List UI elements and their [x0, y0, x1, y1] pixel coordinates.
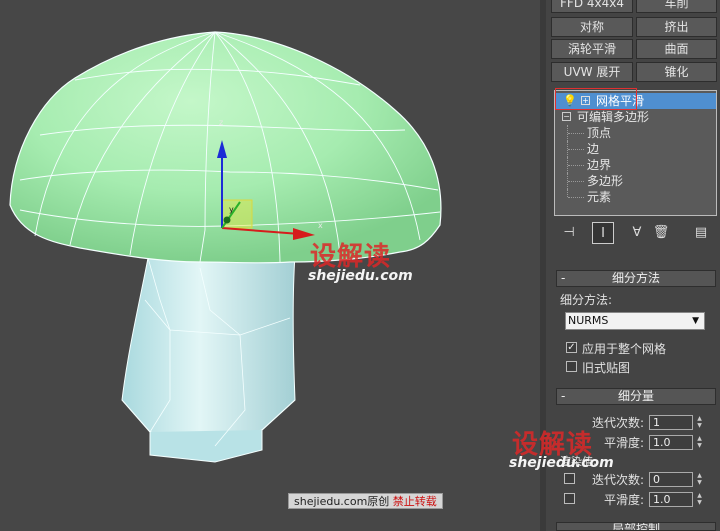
- tree-line: [568, 149, 584, 150]
- tree-line: [568, 165, 584, 166]
- stack-toolbar: ⊣ Ι ∀ 🗑 ▤: [554, 222, 717, 244]
- spinner-arrows-icon[interactable]: ▲ ▼: [695, 492, 704, 507]
- rollout-title: 局部控制: [611, 522, 660, 531]
- stack-sub-polygon[interactable]: 多边形: [555, 173, 716, 189]
- modifier-surface-button[interactable]: 曲面: [636, 39, 717, 59]
- rollout-subdivision-method[interactable]: - 细分方法: [556, 270, 716, 287]
- annotation-highlight-box: [555, 88, 637, 110]
- tree-line: [568, 197, 584, 198]
- mushroom-stem: [121, 254, 296, 463]
- stack-sub-vertex[interactable]: 顶点: [555, 125, 716, 141]
- stack-sub-label: 边界: [587, 158, 612, 172]
- chevron-down-icon: ▼: [692, 316, 699, 326]
- rollout-title: 细分量: [617, 389, 654, 403]
- stack-sub-edge[interactable]: 边: [555, 141, 716, 157]
- modifier-extrude-button[interactable]: 挤出: [636, 17, 717, 37]
- stack-sub-label: 多边形: [587, 174, 624, 188]
- modifier-turbosmooth-button[interactable]: 涡轮平滑: [551, 39, 633, 59]
- render-iterations-spinner[interactable]: 0: [649, 472, 693, 487]
- tree-line: [568, 181, 584, 182]
- axis-z-label: z: [219, 118, 223, 127]
- axis-y-label: y: [229, 205, 234, 214]
- smoothness-spinner[interactable]: 1.0: [649, 435, 693, 450]
- make-unique-icon[interactable]: ∀: [626, 222, 648, 244]
- stack-item-editable-poly[interactable]: − 可编辑多边形: [555, 109, 716, 125]
- tree-line: [567, 189, 568, 197]
- rollout-title: 细分方法: [611, 271, 660, 285]
- render-smoothness-spinner[interactable]: 1.0: [649, 492, 693, 507]
- smoothness-label: 平滑度:: [604, 436, 645, 450]
- mushroom-model[interactable]: z x y: [0, 0, 540, 531]
- stack-sub-element[interactable]: 元素: [555, 189, 716, 205]
- stack-sub-label: 边: [587, 142, 600, 156]
- method-dropdown[interactable]: NURMS ▼: [565, 312, 705, 330]
- rollout-subdivision-amount[interactable]: - 细分量: [556, 388, 716, 405]
- credit-banner: shejiedu.com原创 禁止转载: [288, 493, 443, 509]
- render-iterations-label: 迭代次数:: [592, 473, 645, 487]
- modifier-taper-button[interactable]: 锥化: [636, 62, 717, 82]
- modifier-symmetry-button[interactable]: 对称: [551, 17, 633, 37]
- watermark-url: shejiedu.com: [308, 268, 413, 284]
- apply-whole-mesh-label: 应用于整个网格: [582, 342, 667, 356]
- credit-prefix: shejiedu.com原创: [294, 495, 390, 508]
- rollout-local-control[interactable]: 局部控制: [556, 522, 716, 531]
- credit-warning: 禁止转载: [392, 495, 437, 508]
- stack-item-label: 可编辑多边形: [577, 110, 650, 124]
- iterations-label: 迭代次数:: [592, 416, 645, 430]
- legacy-mapping-checkbox[interactable]: [566, 361, 577, 372]
- apply-whole-mesh-checkbox[interactable]: ✓: [566, 342, 577, 353]
- remove-modifier-icon[interactable]: 🗑: [650, 222, 672, 244]
- render-smoothness-label: 平滑度:: [604, 493, 645, 507]
- render-iterations-checkbox[interactable]: [564, 473, 575, 484]
- watermark-url: shejiedu.com: [509, 455, 614, 471]
- perspective-viewport[interactable]: z x y 设解读 shejiedu.com: [0, 0, 540, 531]
- collapse-minus-icon[interactable]: −: [562, 112, 571, 121]
- pin-stack-icon[interactable]: ⊣: [558, 222, 580, 244]
- modifier-lathe-button[interactable]: 车削: [636, 0, 717, 13]
- tree-line: [568, 133, 584, 134]
- method-label: 细分方法:: [560, 293, 613, 307]
- stack-sub-label: 顶点: [587, 126, 612, 140]
- spinner-arrows-icon[interactable]: ▲ ▼: [695, 435, 704, 450]
- stack-sub-border[interactable]: 边界: [555, 157, 716, 173]
- show-end-result-icon[interactable]: Ι: [592, 222, 614, 244]
- axis-x-label: x: [318, 221, 323, 230]
- method-value: NURMS: [568, 314, 609, 327]
- spinner-arrows-icon[interactable]: ▲ ▼: [695, 472, 704, 487]
- configure-sets-icon[interactable]: ▤: [690, 222, 712, 244]
- stack-sub-label: 元素: [587, 190, 612, 204]
- spinner-arrows-icon[interactable]: ▲ ▼: [695, 415, 704, 430]
- render-smoothness-checkbox[interactable]: [564, 493, 575, 504]
- modifier-ffd-button[interactable]: FFD 4x4x4: [551, 0, 633, 13]
- modifier-uvw-unwrap-button[interactable]: UVW 展开: [551, 62, 633, 82]
- iterations-spinner[interactable]: 1: [649, 415, 693, 430]
- legacy-mapping-label: 旧式贴图: [582, 361, 631, 375]
